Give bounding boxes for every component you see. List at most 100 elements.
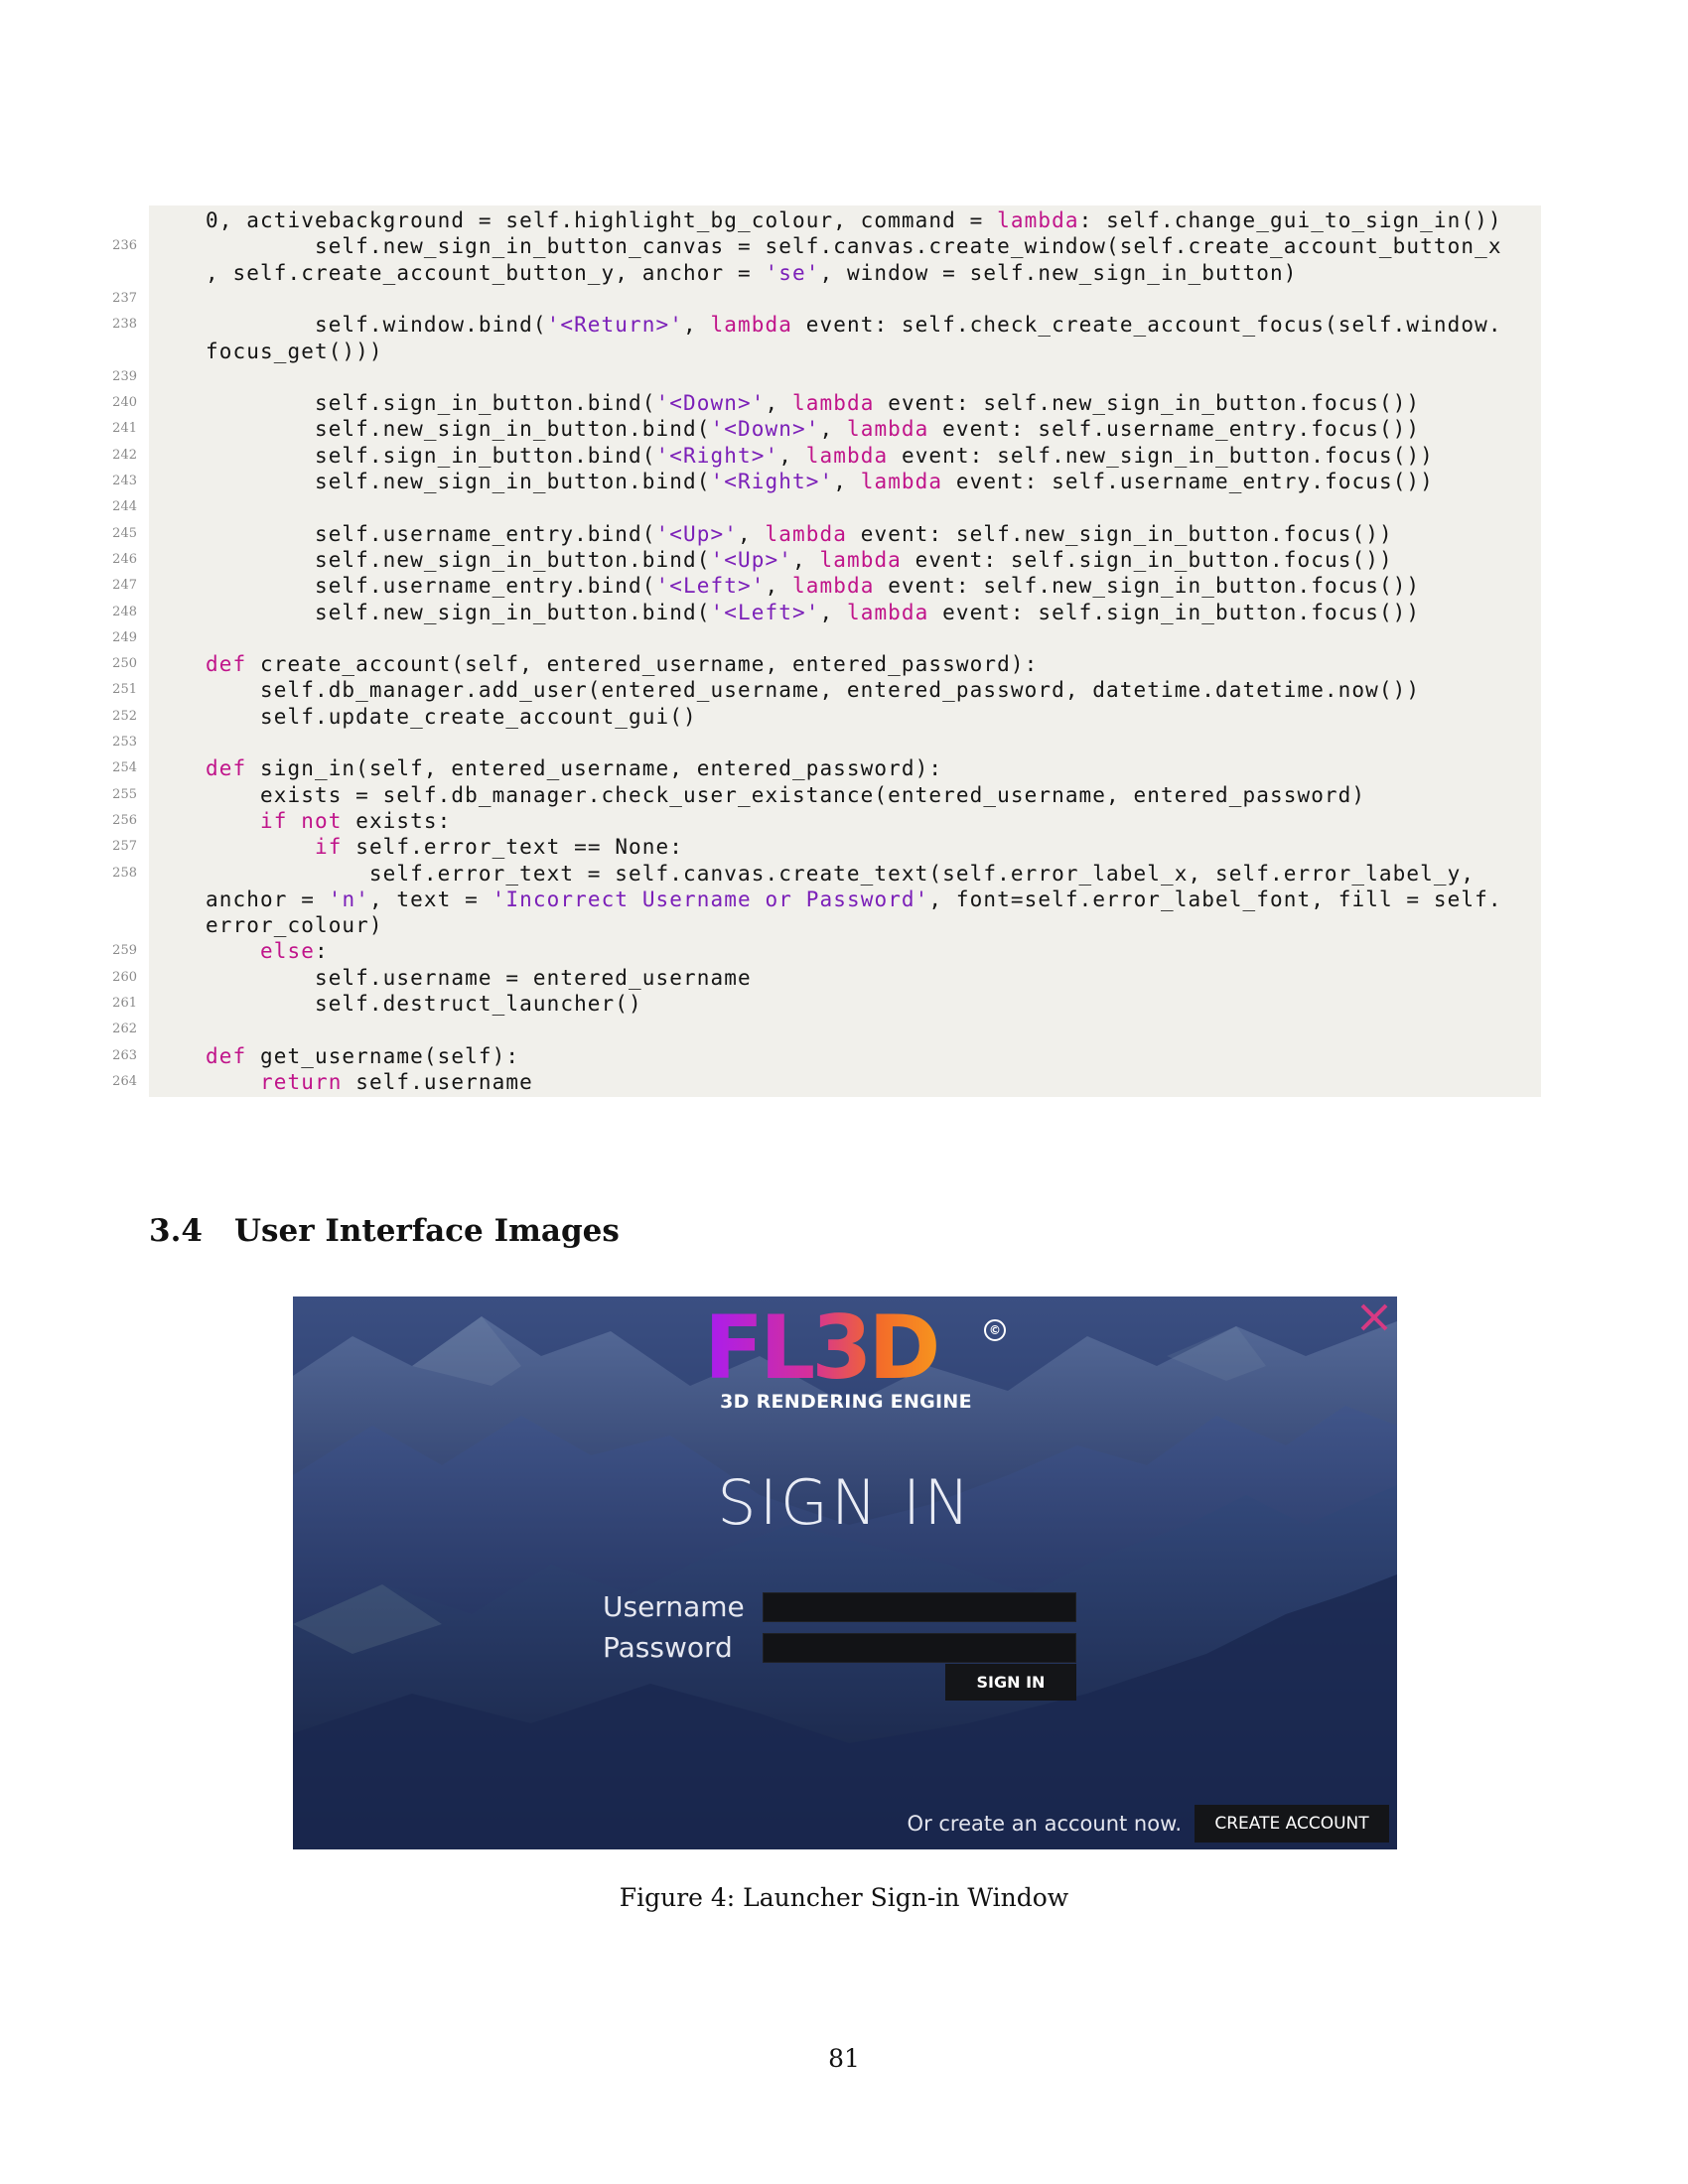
code-text: self.error_text = self.canvas.create_tex… [206, 861, 1475, 887]
code-token: event: self.new_sign_in_button.focus()) [874, 574, 1421, 599]
code-text: anchor = 'n', text = 'Incorrect Username… [206, 887, 1502, 912]
launcher-screenshot: FL3D © 3D RENDERING ENGINE SIGN IN Usern… [293, 1297, 1397, 1849]
code-token: self.username_entry.bind( [206, 574, 656, 599]
line-number: 250 [112, 656, 137, 672]
code-token: event: self.new_sign_in_button.focus()) [846, 521, 1393, 546]
line-number: 253 [112, 735, 137, 750]
code-text: self.username_entry.bind('<Left>', lambd… [206, 573, 1420, 599]
code-keyword: lambda [765, 521, 847, 546]
code-keyword: if not [259, 808, 343, 833]
code-text: 0, activebackground = self.highlight_bg_… [206, 207, 1502, 233]
code-token: error_colour) [206, 913, 383, 938]
code-token: self.error_text == None: [342, 835, 684, 860]
line-number: 257 [112, 839, 137, 855]
line-number: 259 [112, 943, 137, 959]
code-keyword: return [259, 1069, 343, 1094]
code-token: self.new_sign_in_button.bind( [206, 547, 711, 572]
code-token: self.username = entered_username [206, 965, 752, 990]
code-token: , [819, 417, 847, 442]
code-string: 'se' [765, 260, 820, 285]
code-token: : self.change_gui_to_sign_in()) [1078, 208, 1502, 232]
sign-in-title: SIGN IN [717, 1466, 973, 1539]
code-keyword: lambda [791, 391, 875, 416]
code-text: self.destruct_launcher() [206, 991, 642, 1017]
code-token: self.update_create_account_gui() [206, 704, 697, 729]
code-token: event: self.sign_in_button.focus()) [928, 600, 1421, 624]
code-token: exists = self.db_manager.check_user_exis… [206, 782, 1366, 807]
code-text: self.sign_in_button.bind('<Down>', lambd… [206, 390, 1420, 416]
code-token: event: self.new_sign_in_button.focus()) [874, 391, 1421, 416]
code-token: self.new_sign_in_button.bind( [206, 470, 711, 493]
engine-subtitle: 3D RENDERING ENGINE [720, 1391, 972, 1413]
page-number: 81 [828, 2044, 860, 2073]
code-token: event: self.new_sign_in_button.focus()) [888, 443, 1434, 468]
code-token: event: self.check_create_account_focus(s… [791, 313, 1502, 338]
code-token: self.new_sign_in_button.bind( [206, 417, 711, 442]
code-string: '<Up>' [710, 547, 792, 572]
code-token: self.new_sign_in_button_canvas = self.ca… [206, 234, 1502, 259]
code-token: sign_in(self, entered_username, entered_… [246, 756, 943, 781]
line-number: 240 [112, 395, 137, 411]
code-text: , self.create_account_button_y, anchor =… [206, 260, 1297, 286]
code-text: self.db_manager.add_user(entered_usernam… [206, 677, 1420, 703]
code-string: '<Return>' [546, 313, 684, 338]
line-number: 251 [112, 682, 137, 698]
create-account-prompt: Or create an account now. [907, 1812, 1182, 1836]
line-number: 249 [112, 629, 137, 645]
code-keyword: else [259, 939, 315, 964]
line-number: 255 [112, 786, 137, 802]
code-string: 'Incorrect Username or Password' [492, 887, 929, 911]
code-token: self.username_entry.bind( [206, 521, 656, 546]
line-number: 261 [112, 996, 137, 1011]
line-number: 256 [112, 812, 137, 828]
close-icon[interactable] [1357, 1300, 1391, 1334]
code-text: self.sign_in_button.bind('<Right>', lamb… [206, 443, 1434, 469]
code-token: self.window.bind( [206, 313, 547, 338]
code-listing: 0, activebackground = self.highlight_bg_… [112, 205, 1541, 1097]
code-token: create_account(self, entered_username, e… [246, 652, 1039, 677]
code-text: if self.error_text == None: [206, 834, 683, 860]
code-token: focus_get())) [206, 339, 383, 363]
line-number: 263 [112, 1047, 137, 1063]
line-number: 262 [112, 1022, 137, 1037]
code-text: error_colour) [206, 912, 383, 938]
code-token: , [833, 470, 861, 493]
code-token: , [819, 600, 847, 624]
code-token: self.error_text = self.canvas.create_tex… [206, 861, 1476, 886]
code-text: self.new_sign_in_button.bind('<Down>', l… [206, 416, 1420, 442]
code-token: get_username(self): [246, 1043, 520, 1068]
line-number: 243 [112, 474, 137, 488]
code-string: '<Right>' [710, 470, 834, 493]
line-number: 264 [112, 1073, 137, 1089]
code-token: self.destruct_launcher() [206, 992, 642, 1016]
code-text: self.new_sign_in_button.bind('<Right>', … [206, 469, 1434, 494]
code-token: self.username [342, 1069, 533, 1094]
code-keyword: lambda [860, 470, 943, 493]
line-number: 248 [112, 604, 137, 619]
sign-in-button[interactable]: SIGN IN [945, 1664, 1076, 1701]
section-number: 3.4 [149, 1213, 203, 1249]
code-string: '<Up>' [655, 521, 738, 546]
code-token: self.db_manager.add_user(entered_usernam… [206, 678, 1421, 703]
code-token: , [765, 391, 792, 416]
code-token: , [738, 521, 766, 546]
code-keyword: lambda [791, 574, 875, 599]
username-input[interactable] [763, 1592, 1076, 1622]
password-input[interactable] [763, 1633, 1076, 1663]
line-number: 236 [112, 238, 137, 254]
code-token: , [765, 574, 792, 599]
code-token: , window = self.new_sign_in_button) [819, 260, 1298, 285]
code-text: if not exists: [206, 808, 451, 834]
code-keyword: lambda [805, 443, 889, 468]
create-account-button[interactable]: CREATE ACCOUNT [1195, 1805, 1389, 1843]
line-number: 260 [112, 969, 137, 985]
code-keyword: lambda [819, 547, 902, 572]
code-keyword: lambda [846, 600, 929, 624]
code-text: return self.username [206, 1069, 533, 1095]
code-token: event: self.username_entry.focus()) [928, 417, 1421, 442]
code-keyword: lambda [846, 417, 929, 442]
line-number: 245 [112, 525, 137, 541]
